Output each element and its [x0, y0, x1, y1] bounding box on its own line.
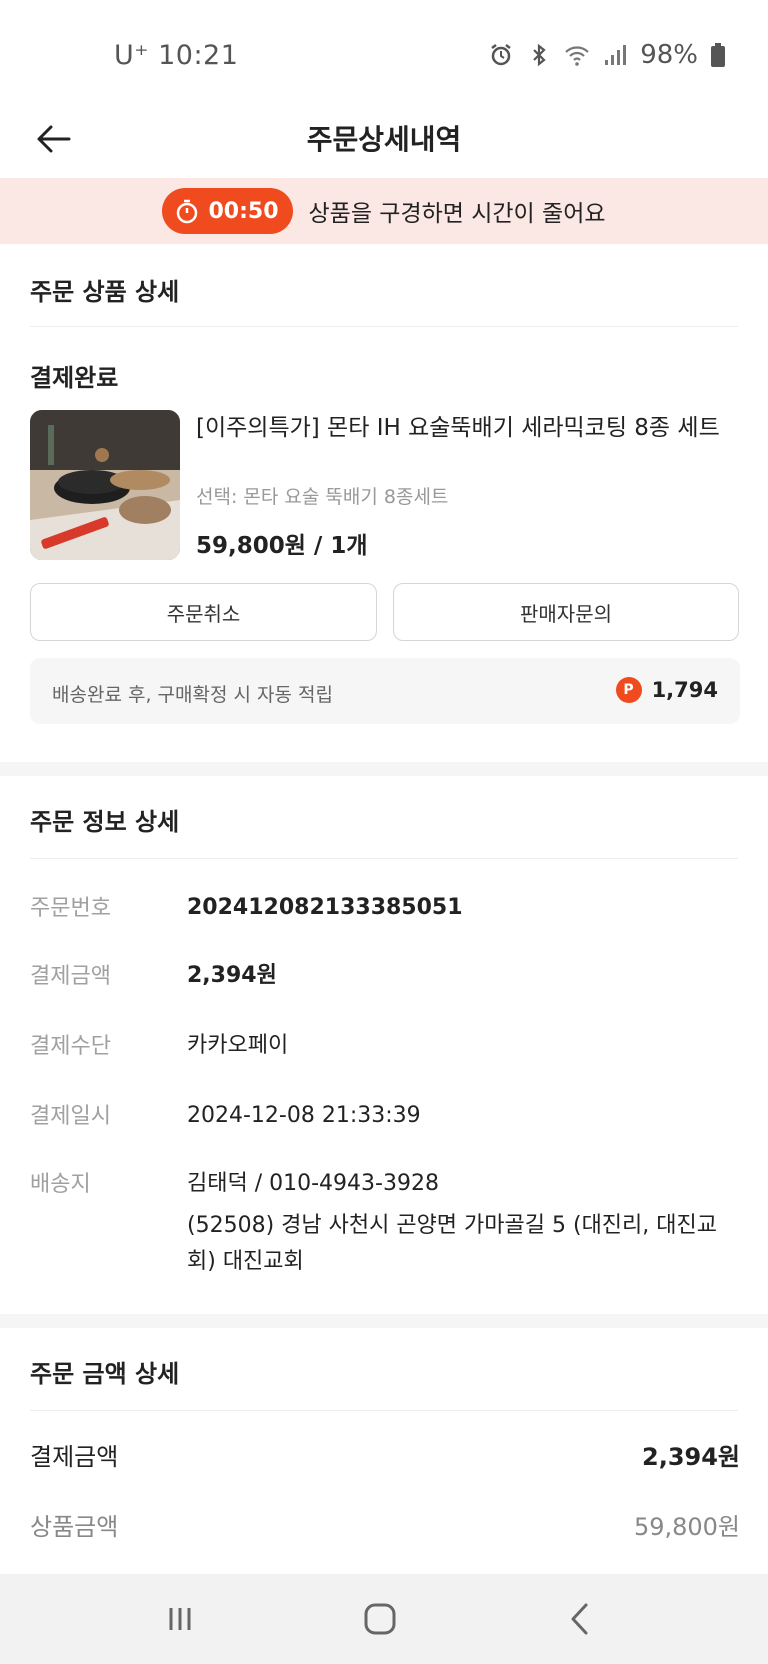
point-icon: P	[615, 677, 642, 703]
header: 주문상세내역	[0, 100, 768, 178]
point-notice-text: 배송완료 후, 구매확정 시 자동 적립	[52, 684, 333, 706]
bluetooth-icon	[533, 43, 546, 67]
system-nav-bar	[0, 1574, 768, 1664]
payment-amount: 2,394원	[187, 963, 277, 988]
info-label: 배송지	[30, 1172, 91, 1197]
product-image[interactable]	[30, 410, 180, 560]
alarm-icon	[491, 44, 511, 66]
battery-icon	[711, 43, 725, 67]
payment-method: 카카오페이	[187, 1033, 289, 1058]
back-icon	[571, 1603, 588, 1635]
section-separator	[0, 762, 768, 776]
status-icons: 98%	[488, 40, 726, 70]
carrier-time: U⁺ 10:21	[114, 40, 239, 71]
home-button[interactable]	[350, 1594, 410, 1644]
product-price-qty: 59,800원 / 1개	[196, 533, 368, 559]
status-bar: U⁺ 10:21 98%	[0, 0, 768, 100]
order-amount-section-title: 주문 금액 상세	[30, 1360, 180, 1388]
battery-percent: 98%	[640, 40, 698, 70]
wifi-icon	[565, 46, 589, 66]
divider	[30, 1410, 738, 1411]
info-label: 주문번호	[30, 896, 111, 921]
point-notice-box: 배송완료 후, 구매확정 시 자동 적립 P 1,794	[30, 658, 740, 724]
shipping-info: 김태덕 / 010-4943-3928 (52508) 경남 사천시 곤양면 가…	[187, 1166, 740, 1280]
order-product-section-title: 주문 상품 상세	[30, 278, 180, 306]
shipping-address: (52508) 경남 사천시 곤양면 가마골길 5 (대진리, 대진교회) 대진…	[187, 1213, 717, 1274]
info-label: 결제금액	[30, 964, 111, 989]
recipient-phone: 김태덕 / 010-4943-3928	[187, 1171, 439, 1196]
divider	[30, 858, 738, 859]
order-status: 결제완료	[30, 364, 119, 392]
divider	[30, 326, 738, 327]
recent-apps-button[interactable]	[150, 1594, 210, 1644]
system-back-button[interactable]	[550, 1594, 610, 1644]
seller-inquiry-button[interactable]: 판매자문의	[393, 583, 739, 641]
stopwatch-icon	[177, 199, 198, 224]
order-info-section-title: 주문 정보 상세	[30, 808, 180, 836]
payment-date: 2024-12-08 21:33:39	[187, 1103, 421, 1128]
order-number: 20241208213338505​1	[187, 895, 463, 920]
recent-apps-icon	[169, 1608, 191, 1630]
product-option: 선택: 몬타 요술 뚝배기 8종세트	[196, 486, 449, 508]
amount-label: 상품금액	[30, 1513, 119, 1541]
info-label: 결제일시	[30, 1104, 111, 1129]
product-name[interactable]: [이주의특가] 몬타 IH 요술뚝배기 세라믹코팅 8종 세트	[196, 412, 736, 445]
product-photo	[30, 410, 180, 560]
page-title: 주문상세내역	[306, 123, 462, 156]
timer-value: 00:50	[208, 198, 279, 224]
cancel-order-button[interactable]: 주문취소	[30, 583, 377, 641]
point-value-group: P 1,794	[615, 677, 718, 703]
section-separator	[0, 1314, 768, 1328]
timer-banner[interactable]: 00:50 상품을 구경하면 시간이 줄어요	[0, 178, 768, 244]
amount-label: 결제금액	[30, 1443, 119, 1471]
product-amount: 59,800원	[633, 1513, 740, 1541]
timer-pill: 00:50	[162, 188, 293, 234]
payment-total: 2,394원	[642, 1443, 740, 1471]
point-value: 1,794	[651, 678, 718, 702]
info-label: 결제수단	[30, 1034, 111, 1059]
home-icon	[364, 1603, 396, 1635]
timer-message: 상품을 구경하면 시간이 줄어요	[308, 201, 606, 227]
signal-icon	[605, 45, 627, 65]
